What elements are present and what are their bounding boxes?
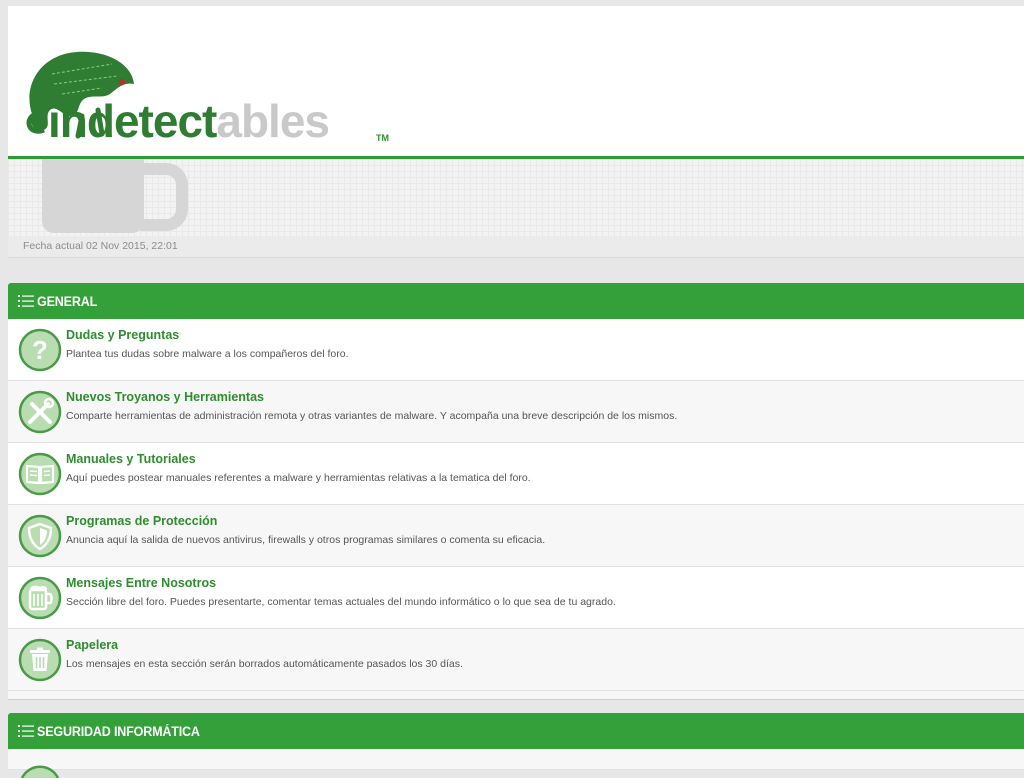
category-header: GENERAL	[8, 283, 1024, 319]
forum-row: Mensajes Entre Nosotros Sección libre de…	[8, 567, 1024, 629]
forum-list: ? Dudas y Preguntas Plantea tus dudas so…	[8, 319, 1024, 691]
logo-wordmark: indetectables	[48, 95, 330, 147]
forum-title-link[interactable]: Nuevos Troyanos y Herramientas	[66, 390, 264, 404]
list-icon	[18, 725, 34, 737]
category-footer	[8, 691, 1024, 700]
banner-mug-graphic	[42, 159, 144, 233]
forum-title-link[interactable]: Dudas y Preguntas	[66, 328, 179, 342]
svg-text:?: ?	[32, 335, 48, 365]
forum-title-link[interactable]: Programas de Protección	[66, 514, 217, 528]
forum-description: Comparte herramientas de administración …	[66, 410, 678, 422]
forum-description: Aquí puedes postear manuales referentes …	[66, 472, 531, 484]
page: indetectables TM Fecha actual 02 Nov 201…	[8, 6, 1024, 778]
forum-description: Anuncia aquí la salida de nuevos antivir…	[66, 534, 546, 546]
forum-row: Manuales y Tutoriales Aquí puedes postea…	[8, 443, 1024, 505]
forum-description: Los mensajes en esta sección serán borra…	[66, 658, 463, 670]
forum-title-link[interactable]: Papelera	[66, 638, 118, 652]
header-banner	[8, 159, 1024, 239]
category-general: GENERAL ? Dudas y Preguntas Plantea tus …	[8, 283, 1024, 700]
forum-icon-partial	[20, 765, 60, 778]
forum-title-link[interactable]: Manuales y Tutoriales	[66, 452, 196, 466]
date-bar: Fecha actual 02 Nov 2015, 22:01	[8, 236, 1024, 258]
trash-icon	[18, 638, 62, 682]
forum-description: Sección libre del foro. Puedes presentar…	[66, 596, 616, 608]
list-icon	[18, 295, 34, 307]
logo-trademark: TM	[376, 133, 389, 143]
beer-mug-icon	[18, 576, 62, 620]
logo-wordmark-dark: indetect	[48, 95, 217, 147]
category-header: SEGURIDAD INFORMÁTICA	[8, 713, 1024, 749]
forum-title-link[interactable]: Mensajes Entre Nosotros	[66, 576, 216, 590]
forum-row: Nuevos Troyanos y Herramientas Comparte …	[8, 381, 1024, 443]
forum-row: ? Dudas y Preguntas Plantea tus dudas so…	[8, 319, 1024, 381]
forum-row: Papelera Los mensajes en esta sección se…	[8, 629, 1024, 691]
shield-icon	[18, 514, 62, 558]
category-title[interactable]: SEGURIDAD INFORMÁTICA	[37, 724, 200, 739]
logo-wordmark-light: ables	[216, 95, 330, 147]
banner-mug-handle	[140, 163, 188, 231]
forum-row: Programas de Protección Anuncia aquí la …	[8, 505, 1024, 567]
site-header: indetectables TM	[8, 6, 1024, 158]
tools-icon	[18, 390, 62, 434]
book-icon	[18, 452, 62, 496]
current-date: Fecha actual 02 Nov 2015, 22:01	[23, 240, 178, 252]
question-icon: ?	[18, 328, 62, 372]
category-title[interactable]: GENERAL	[37, 294, 97, 309]
category-seguridad-informatica: SEGURIDAD INFORMÁTICA	[8, 713, 1024, 778]
forum-description: Plantea tus dudas sobre malware a los co…	[66, 348, 349, 360]
